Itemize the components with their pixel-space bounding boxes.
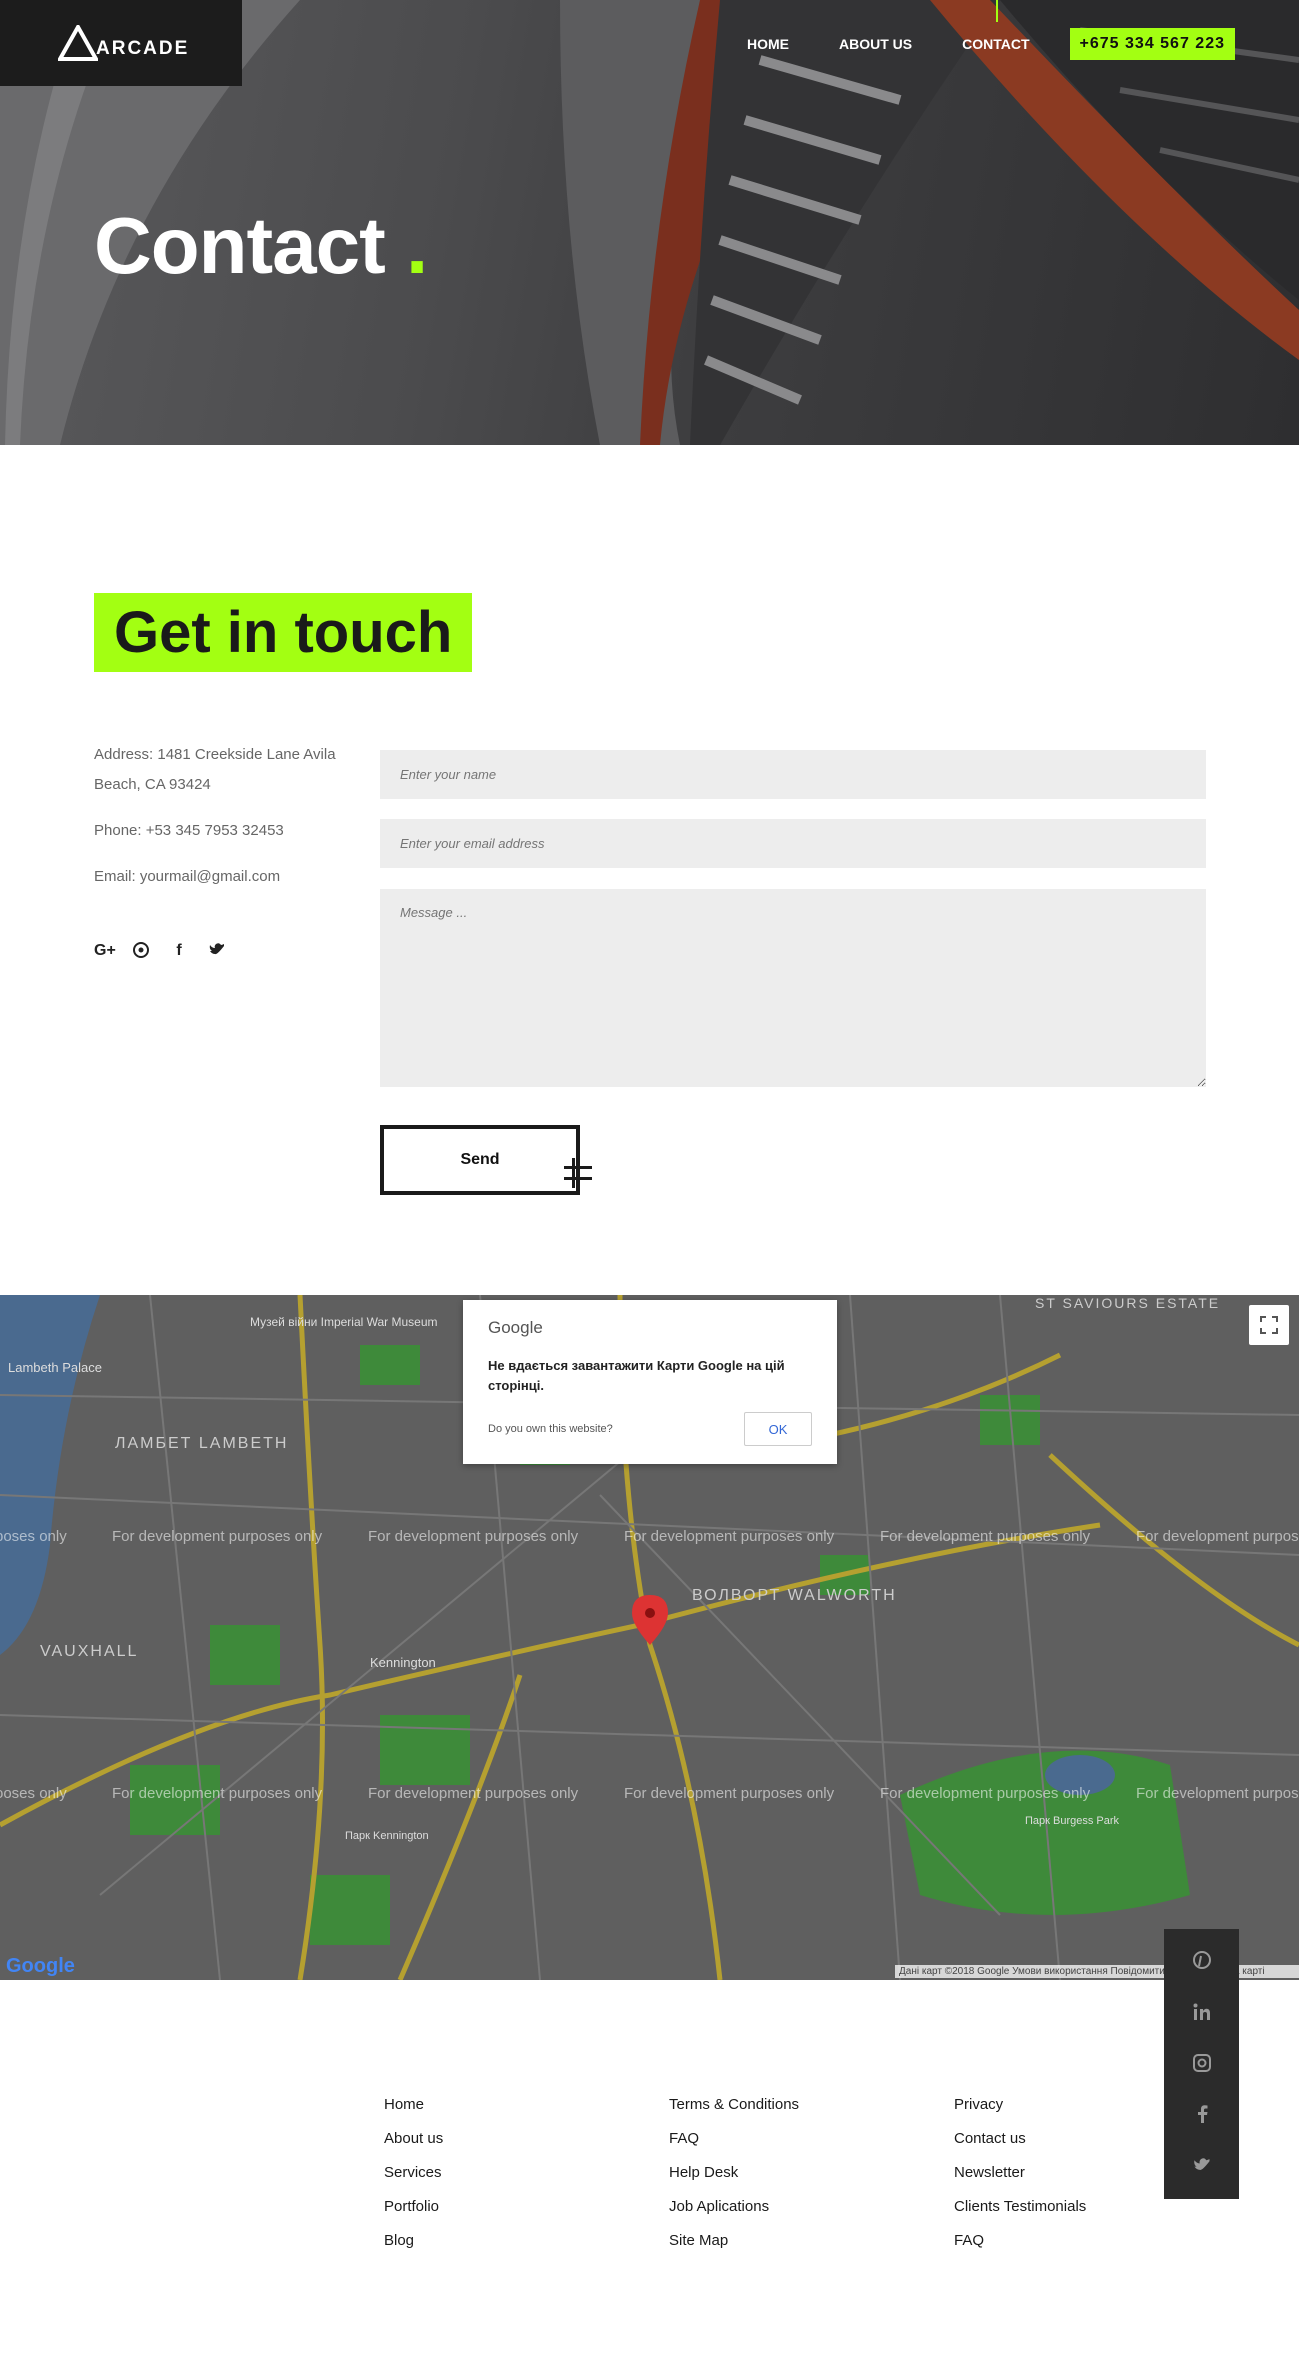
nav-contact[interactable]: CONTACT xyxy=(962,36,1029,52)
send-decoration-line xyxy=(572,1158,575,1188)
phone-button[interactable]: +675 334 567 223 xyxy=(1069,28,1235,60)
dev-watermark: For development purposes only xyxy=(1136,1785,1299,1802)
dev-watermark: For development purposes only xyxy=(368,1528,579,1545)
footer-link[interactable]: Portfolio xyxy=(384,2197,443,2217)
dev-watermark: For development purposes only xyxy=(624,1528,835,1545)
footer-link[interactable]: Contact us xyxy=(954,2129,1086,2149)
footer-link[interactable]: Terms & Conditions xyxy=(669,2095,799,2115)
map-label: ST SAVIOURS ESTATE xyxy=(1035,1295,1221,1311)
contact-socials: G+ f xyxy=(94,942,226,963)
contact-info: Address: 1481 Creekside Lane Avila Beach… xyxy=(94,740,354,908)
map-label: Парк Kennington xyxy=(345,1830,429,1842)
logo[interactable]: ARCADE xyxy=(0,0,242,86)
map-label: VAUXHALL xyxy=(40,1643,139,1660)
page-title: Contact . xyxy=(94,200,428,292)
footer-link[interactable]: Home xyxy=(384,2095,443,2115)
footer-link[interactable]: FAQ xyxy=(954,2231,1086,2251)
footer-link[interactable]: Privacy xyxy=(954,2095,1086,2115)
linkedin-icon[interactable] xyxy=(1193,2003,1211,2026)
google-watermark: Google xyxy=(6,1955,75,1978)
dev-watermark: For development purposes only xyxy=(1136,1528,1299,1545)
nav-about[interactable]: ABOUT US xyxy=(839,36,912,52)
dev-watermark: poses only xyxy=(0,1528,67,1545)
side-social-bar xyxy=(1164,1929,1239,2199)
footer-link[interactable]: Clients Testimonials xyxy=(954,2197,1086,2217)
dev-watermark: For development purposes only xyxy=(880,1528,1091,1545)
facebook-icon[interactable] xyxy=(1196,2105,1208,2128)
map-error-dialog: Google Не вдається завантажити Карти Goo… xyxy=(463,1300,837,1464)
name-input[interactable] xyxy=(380,750,1206,799)
facebook-icon[interactable]: f xyxy=(170,942,188,963)
footer-link[interactable]: About us xyxy=(384,2129,443,2149)
map-label: Lambeth Palace xyxy=(8,1360,102,1375)
twitter-icon[interactable] xyxy=(1193,2157,1211,2177)
dev-watermark: For development purposes only xyxy=(112,1785,323,1802)
dev-watermark: For development purposes only xyxy=(368,1785,579,1802)
map-marker-icon xyxy=(632,1595,668,1645)
map-label: ВОЛВОРТ WALWORTH xyxy=(692,1587,897,1604)
nav-home[interactable]: HOME xyxy=(747,36,789,52)
fullscreen-icon[interactable] xyxy=(1249,1305,1289,1345)
footer-link[interactable]: Blog xyxy=(384,2231,443,2251)
map-label: ЛАМБЕТ LAMBETH xyxy=(115,1435,289,1452)
google-logo: Google xyxy=(488,1318,543,1337)
logo-triangle-icon xyxy=(58,25,98,61)
page-title-text: Contact xyxy=(94,201,386,290)
title-accent-dot: . xyxy=(406,201,428,290)
footer-link[interactable]: Site Map xyxy=(669,2231,799,2251)
send-decoration xyxy=(564,1166,592,1180)
map-label: Музей війни Imperial War Museum xyxy=(250,1315,438,1329)
send-button[interactable]: Send xyxy=(380,1125,580,1195)
main-nav: HOME ABOUT US CONTACT +675 334 567 223 xyxy=(697,28,1235,60)
logo-text: ARCADE xyxy=(96,38,190,59)
dev-watermark: For development purposes only xyxy=(880,1785,1091,1802)
google-plus-icon[interactable]: G+ xyxy=(94,942,116,963)
instagram-icon[interactable] xyxy=(1192,2053,1211,2077)
message-textarea[interactable] xyxy=(380,889,1206,1087)
footer-column-3: Privacy Contact us Newsletter Clients Te… xyxy=(954,2095,1086,2265)
own-website-link[interactable]: Do you own this website? xyxy=(488,1423,613,1435)
dev-watermark: For development purposes only xyxy=(112,1528,323,1545)
dev-watermark: ooses only xyxy=(0,1785,67,1802)
address-text: Address: 1481 Creekside Lane Avila Beach… xyxy=(94,746,336,793)
footer-column-1: Home About us Services Portfolio Blog xyxy=(384,2095,443,2265)
phone-text: Phone: +53 345 7953 32453 xyxy=(94,822,284,839)
hero-banner: ARCADE HOME ABOUT US CONTACT +675 334 56… xyxy=(0,0,1299,445)
email-text: Email: yourmail@gmail.com xyxy=(94,868,281,885)
map-label: Kennington xyxy=(370,1655,436,1670)
footer-link[interactable]: Newsletter xyxy=(954,2163,1086,2183)
ok-button[interactable]: OK xyxy=(744,1412,812,1446)
page: { "header": { "logo_text": "ARCADE", "na… xyxy=(0,0,1299,2373)
footer-link[interactable]: FAQ xyxy=(669,2129,799,2149)
map-label: Парк Burgess Park xyxy=(1025,1815,1120,1827)
footer-link[interactable]: Services xyxy=(384,2163,443,2183)
map-error-message: Не вдається завантажити Карти Google на … xyxy=(488,1358,785,1393)
footer-link[interactable]: Help Desk xyxy=(669,2163,799,2183)
dev-watermark: For development purposes only xyxy=(624,1785,835,1802)
google-watermark-text: Google xyxy=(6,1955,75,1977)
pinterest-icon[interactable] xyxy=(1192,1951,1211,1974)
footer-link[interactable]: Job Aplications xyxy=(669,2197,799,2217)
email-input[interactable] xyxy=(380,819,1206,868)
section-title: Get in touch xyxy=(94,593,473,672)
pinterest-icon[interactable] xyxy=(132,942,150,963)
twitter-icon[interactable] xyxy=(208,942,226,963)
nav-active-indicator xyxy=(996,0,998,22)
footer-column-2: Terms & Conditions FAQ Help Desk Job Apl… xyxy=(669,2095,799,2265)
